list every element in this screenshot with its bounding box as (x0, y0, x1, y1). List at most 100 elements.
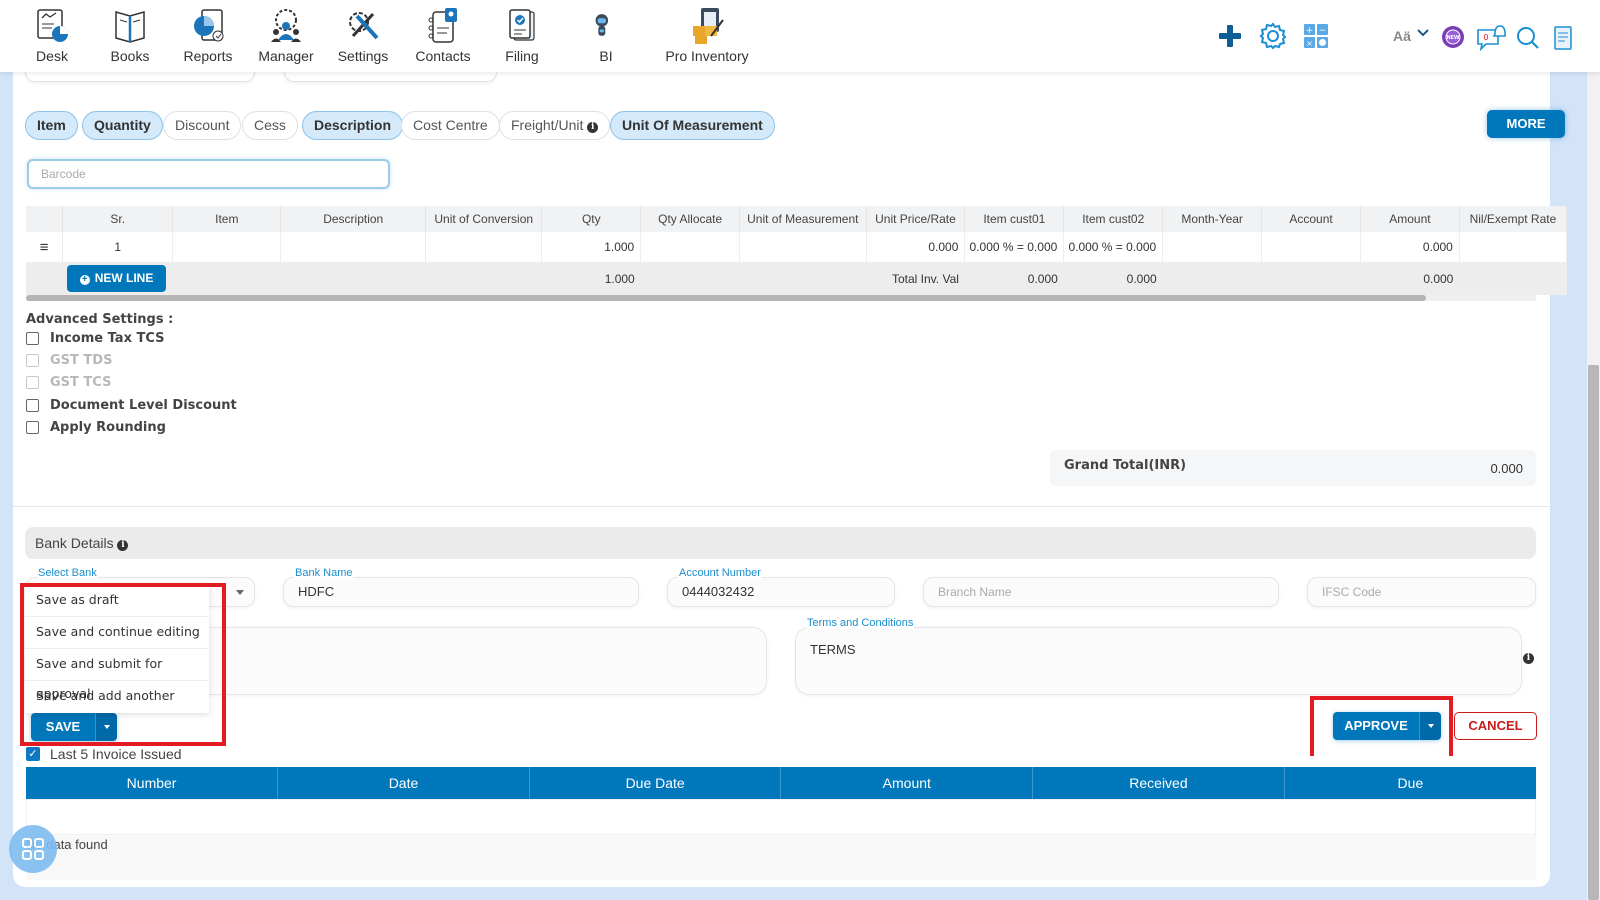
cell-unit-price[interactable]: 0.000 (866, 232, 966, 262)
cell-sr: 1 (62, 232, 174, 262)
menu-save-submit-approval[interactable]: Save and submit for approval (25, 649, 209, 701)
total-cust02: 0.000 (1063, 262, 1163, 295)
cell-qty-allocate[interactable] (640, 232, 741, 262)
col-qty: Qty (541, 206, 642, 232)
col-date: Date (277, 767, 530, 799)
save-button[interactable]: SAVE (31, 713, 95, 741)
cell-item-cust02[interactable]: 0.000 % = 0.000 (1063, 232, 1164, 262)
bank-details-title: Bank Details (35, 535, 114, 551)
invoices-body (26, 799, 1536, 835)
drag-handle-icon[interactable]: ≡ (26, 232, 64, 262)
nav-label: Contacts (415, 48, 471, 64)
cell-unit-of-conversion[interactable] (425, 232, 543, 262)
settings-button[interactable] (1259, 22, 1287, 53)
option-apply-rounding[interactable]: Apply Rounding (26, 420, 166, 435)
nav-filing[interactable]: Filing (502, 6, 542, 64)
chip-cess[interactable]: Cess (242, 111, 298, 140)
save-split-button: SAVE (31, 713, 117, 741)
nav-books[interactable]: Books (108, 6, 152, 64)
grand-total: Grand Total(INR) 0.000 (1050, 450, 1536, 486)
bi-robot-icon (595, 14, 609, 36)
terms-textarea[interactable]: TERMS (795, 627, 1522, 695)
search-button[interactable] (1516, 26, 1540, 53)
menu-save-continue-editing[interactable]: Save and continue editing (25, 617, 209, 649)
chip-cost-centre[interactable]: Cost Centre (401, 111, 500, 140)
col-description: Description (280, 206, 427, 232)
checkbox[interactable] (26, 421, 39, 434)
menu-save-add-another[interactable]: Save and add another (25, 681, 209, 713)
col-amount: Amount (1360, 206, 1460, 232)
chip-description[interactable]: Description (302, 111, 404, 140)
col-number: Number (26, 767, 279, 799)
last-invoices-toggle[interactable]: ✓ Last 5 Invoice Issued (26, 746, 182, 762)
items-table: Sr. Item Description Unit of Conversion … (26, 206, 1568, 302)
cell-month-year[interactable] (1162, 232, 1263, 262)
nav-contacts[interactable]: Contacts (415, 6, 471, 64)
nav-bi[interactable]: BI (592, 6, 620, 64)
menu-save-as-draft[interactable]: Save as draft (25, 585, 209, 617)
more-button[interactable]: MORE (1487, 110, 1565, 138)
user-initials[interactable]: Aä (1393, 28, 1411, 44)
col-qty-allocate: Qty Allocate (640, 206, 741, 232)
chip-unit-of-measurement[interactable]: Unit Of Measurement (610, 111, 775, 140)
save-options-toggle[interactable] (95, 713, 117, 741)
select-bank-label: Select Bank (35, 567, 100, 579)
bank-name-field[interactable]: HDFC (283, 577, 639, 607)
info-icon[interactable]: i (1523, 653, 1534, 664)
cell-description[interactable] (280, 232, 427, 262)
nav-pro-inventory[interactable]: Pro Inventory (664, 6, 750, 64)
col-month-year: Month-Year (1162, 206, 1263, 232)
cell-qty[interactable]: 1.000 (541, 232, 642, 262)
option-income-tax-tcs[interactable]: Income Tax TCS (26, 331, 165, 346)
col-account: Account (1261, 206, 1361, 232)
svg-text:0: 0 (1483, 33, 1488, 42)
page-scrollbar-thumb[interactable] (1588, 365, 1599, 900)
filing-icon (509, 9, 535, 41)
approve-button[interactable]: APPROVE (1333, 712, 1419, 740)
nav-reports[interactable]: Reports (182, 6, 234, 64)
checkbox[interactable] (26, 332, 39, 345)
account-number-field[interactable]: 0444032432 (667, 577, 895, 607)
col-received: Received (1032, 767, 1285, 799)
whats-new-button[interactable]: NEW (1441, 25, 1465, 52)
table-row: ≡ 1 1.000 0.000 0.000 % = 0.000 0.000 % … (26, 232, 1568, 262)
total-label: Total Inv. Val (866, 262, 965, 295)
option-document-level-discount[interactable]: Document Level Discount (26, 398, 237, 413)
col-unit-of-conversion: Unit of Conversion (425, 206, 543, 232)
chip-discount[interactable]: Discount (163, 111, 242, 140)
cancel-button[interactable]: CANCEL (1454, 712, 1537, 740)
notifications-button[interactable]: 0 (1476, 22, 1508, 55)
calculator-button[interactable]: + − × (1304, 24, 1328, 51)
branch-name-field[interactable]: Branch Name (923, 577, 1279, 607)
col-item-cust01: Item cust01 (964, 206, 1065, 232)
barcode-input[interactable] (27, 159, 390, 189)
apps-launcher-button[interactable] (9, 825, 57, 873)
cell-item[interactable] (172, 232, 282, 262)
nav-manager[interactable]: Manager (258, 6, 314, 64)
nav-desk[interactable]: Desk (32, 6, 72, 64)
cell-account[interactable] (1261, 232, 1361, 262)
add-button[interactable] (1218, 24, 1242, 51)
checkbox-checked[interactable]: ✓ (26, 747, 40, 761)
cell-nil-exempt-rate[interactable] (1459, 232, 1568, 262)
gear-icon (1259, 22, 1287, 50)
items-table-scrollbar[interactable] (26, 295, 1536, 301)
user-menu-toggle[interactable] (1416, 26, 1430, 43)
advanced-settings-title: Advanced Settings : (26, 312, 174, 327)
documents-button[interactable] (1553, 25, 1573, 54)
nav-settings[interactable]: Settings (337, 6, 389, 64)
document-icon (1554, 26, 1572, 50)
chip-quantity[interactable]: Quantity (82, 111, 163, 140)
approve-options-toggle[interactable] (1419, 712, 1441, 740)
ifsc-code-field[interactable]: IFSC Code (1307, 577, 1536, 607)
new-line-button[interactable]: + NEW LINE (66, 265, 167, 292)
checkbox[interactable] (26, 399, 39, 412)
chip-freight-unit[interactable]: Freight/Unit i (499, 111, 611, 140)
items-table-scroll-thumb[interactable] (26, 295, 1426, 301)
cell-unit-of-measurement[interactable] (739, 232, 867, 262)
manager-icon (271, 9, 301, 42)
cell-amount: 0.000 (1360, 232, 1460, 262)
cell-item-cust01[interactable]: 0.000 % = 0.000 (964, 232, 1065, 262)
chip-item[interactable]: Item (25, 111, 78, 140)
caret-down-icon (103, 725, 110, 729)
